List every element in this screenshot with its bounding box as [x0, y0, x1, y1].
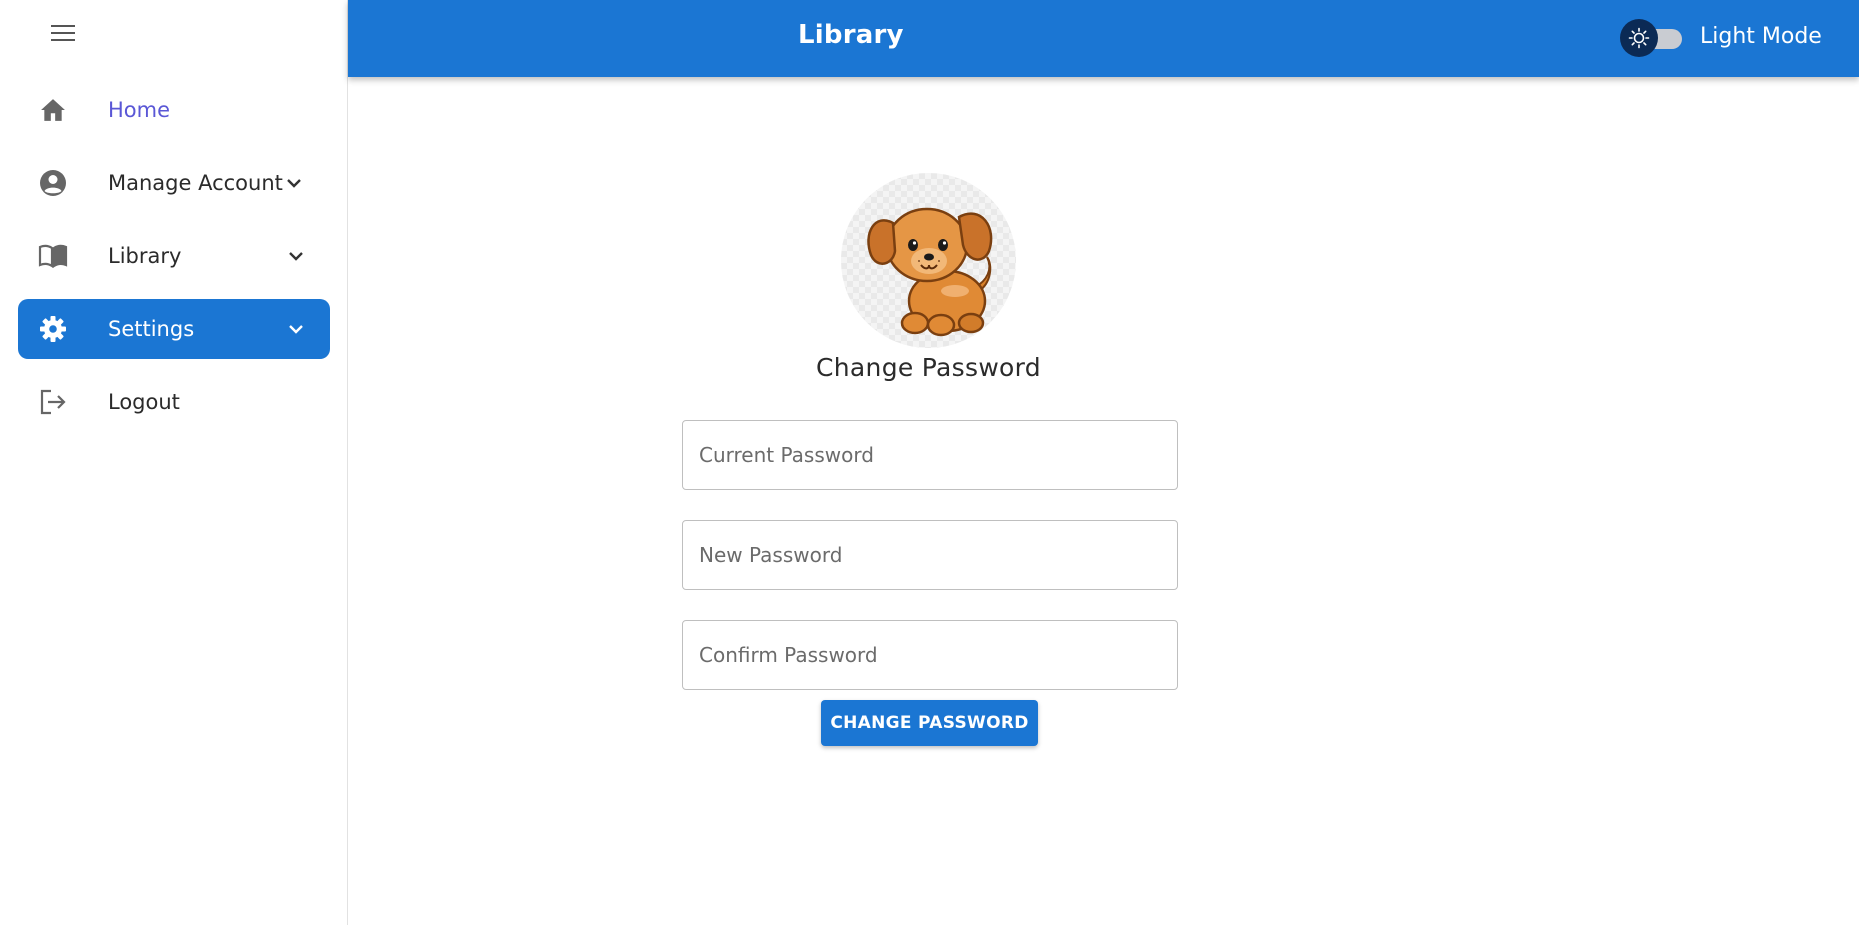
book-open-icon [38, 241, 68, 271]
sidebar-item-home[interactable]: Home [18, 80, 330, 140]
sidebar-item-manage-account[interactable]: Manage Account [18, 153, 330, 213]
chevron-down-icon [286, 246, 306, 266]
main-content: Change Password CHANGE PASSWORD [348, 77, 1859, 925]
logout-icon [38, 387, 68, 417]
sidebar-item-label: Logout [108, 390, 180, 414]
account-circle-icon [38, 168, 68, 198]
app-header: Library Light Mode [348, 0, 1859, 77]
header-title: Library [798, 20, 904, 50]
home-icon [38, 95, 68, 125]
sidebar-item-label: Home [108, 98, 171, 122]
sidebar-item-settings[interactable]: Settings [18, 299, 330, 359]
sidebar-item-library[interactable]: Library [18, 226, 330, 286]
sidebar-item-logout[interactable]: Logout [18, 372, 330, 432]
chevron-down-icon [284, 173, 304, 193]
page-title: Change Password [816, 353, 1041, 382]
app-window: Home Manage Account Library Settings Log… [0, 0, 1859, 925]
sidebar: Home Manage Account Library Settings Log… [0, 0, 348, 925]
sidebar-item-label: Library [108, 244, 182, 268]
chevron-down-icon [286, 319, 306, 339]
puppy-illustration [867, 207, 993, 337]
avatar [841, 173, 1016, 348]
confirm-password-field[interactable] [682, 620, 1178, 690]
change-password-button[interactable]: CHANGE PASSWORD [821, 700, 1038, 746]
sidebar-nav: Home Manage Account Library Settings Log… [18, 80, 330, 445]
theme-mode-label: Light Mode [1700, 24, 1822, 49]
menu-icon[interactable] [48, 20, 78, 46]
sidebar-item-label: Manage Account [108, 171, 283, 195]
sidebar-item-label: Settings [108, 317, 195, 341]
current-password-field[interactable] [682, 420, 1178, 490]
theme-toggle-switch[interactable] [1620, 19, 1682, 57]
new-password-field[interactable] [682, 520, 1178, 590]
gear-icon [38, 314, 68, 344]
sun-icon [1620, 19, 1658, 57]
